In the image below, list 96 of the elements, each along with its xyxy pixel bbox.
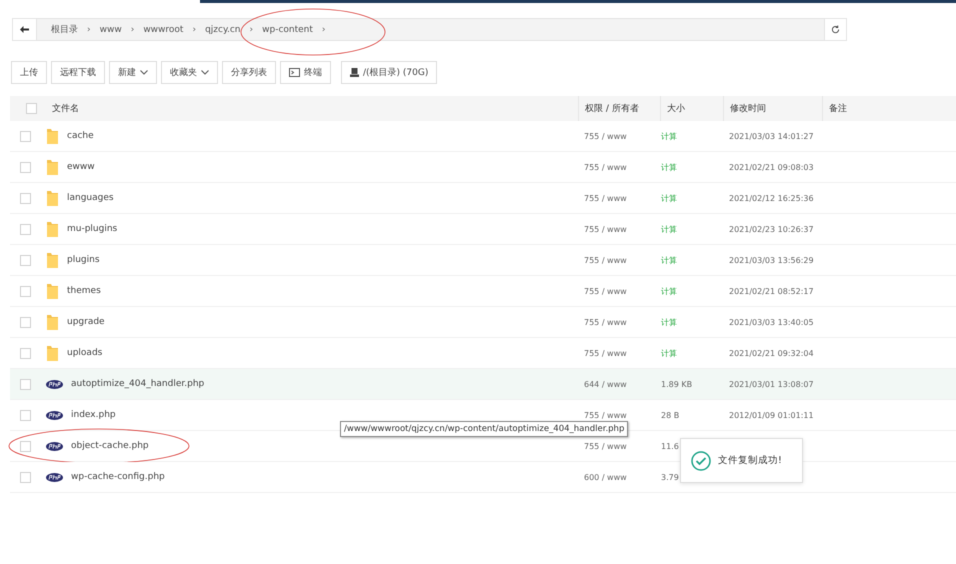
table-cell-text: 755 / www (583, 162, 628, 172)
chevron-right-icon: › (192, 24, 196, 34)
php-file-icon (46, 380, 63, 388)
table-cell-text: 755 / www (583, 442, 628, 450)
table-cell-text: 755 / www (583, 194, 628, 202)
column-header: 文件名 (52, 102, 79, 115)
row-checkbox[interactable] (20, 472, 31, 482)
row-checkbox[interactable] (20, 410, 31, 420)
back-button[interactable] (13, 19, 37, 40)
toolbar-button[interactable]: 收藏夹 (161, 61, 218, 84)
table-cell-text: 1.89 KB (660, 380, 694, 388)
table-cell-text: 755 / www (583, 348, 628, 358)
column-header: 备注 (829, 102, 847, 115)
chevron-right-icon: › (250, 24, 254, 34)
row-checkbox[interactable] (20, 192, 31, 204)
breadcrumb-link[interactable]: wwwroot (143, 24, 184, 34)
file-name[interactable]: mu-plugins (67, 224, 118, 234)
breadcrumb-link[interactable]: 根目录 (51, 23, 78, 36)
table-cell-text: 28 B (660, 410, 680, 420)
toolbar-button[interactable]: 终端 (280, 61, 331, 84)
table-cell-text: 755 / www (583, 286, 628, 296)
file-name[interactable]: cache (67, 131, 94, 141)
drive-icon (350, 68, 359, 77)
file-name[interactable]: themes (67, 286, 101, 296)
folder-icon (46, 158, 59, 176)
folder-icon (46, 314, 59, 330)
table-cell-text: 2021/02/21 09:08:03 (728, 162, 815, 172)
table-cell-text: 755 / www (583, 410, 628, 420)
breadcrumb-link[interactable]: www (100, 24, 122, 34)
column-header: 权限 / 所有者 (585, 102, 639, 115)
breadcrumb-link[interactable]: wp-content (262, 24, 313, 34)
folder-icon (46, 344, 59, 362)
file-name[interactable]: autoptimize_404_handler.php (71, 379, 204, 389)
toolbar-button[interactable]: 上传 (11, 61, 47, 84)
chevron-down-icon (201, 70, 209, 75)
terminal-icon (289, 68, 300, 77)
file-name[interactable]: languages (67, 193, 114, 203)
php-file-icon (46, 442, 63, 450)
file-name[interactable]: uploads (67, 348, 102, 358)
chevron-right-icon: › (322, 24, 326, 34)
file-name[interactable]: index.php (71, 410, 116, 420)
row-checkbox[interactable] (20, 316, 31, 328)
file-name[interactable]: ewww (67, 162, 95, 172)
refresh-button[interactable] (824, 19, 846, 40)
table-cell-text: 644 / www (583, 380, 628, 388)
file-name[interactable]: upgrade (67, 317, 105, 327)
column-header: 修改时间 (730, 102, 766, 115)
php-file-icon (46, 472, 63, 482)
column-header: 大小 (667, 102, 685, 115)
refresh-icon (831, 25, 840, 34)
table-cell-text: 3.79 (660, 472, 680, 482)
file-row[interactable]: autoptimize_404_handler.php 644 / www 1.89 KB 2021/03/01 13:08:07 (10, 369, 956, 400)
back-arrow-icon (20, 26, 29, 33)
table-cell-text: 2021/03/01 13:08:07 (728, 380, 815, 388)
folder-icon (46, 220, 59, 238)
toolbar-button[interactable]: /(根目录) (70G) (341, 61, 438, 84)
file-name[interactable]: plugins (67, 255, 100, 265)
chevron-right-icon: › (87, 24, 91, 34)
toolbar-button[interactable]: 分享列表 (222, 61, 276, 84)
row-checkbox[interactable] (20, 378, 31, 390)
table-cell-text: 2021/03/03 13:56:29 (728, 256, 815, 264)
folder-icon (46, 282, 59, 300)
table-cell-text: 600 / www (583, 472, 628, 482)
row-checkbox[interactable] (20, 224, 31, 234)
php-file-icon (46, 410, 63, 420)
row-checkbox[interactable] (20, 130, 31, 142)
select-all-checkbox[interactable] (26, 103, 37, 114)
table-cell-text: 2012/01/09 01:01:11 (728, 410, 815, 420)
table-cell-text: 2021/02/21 09:32:04 (728, 348, 815, 358)
breadcrumb-link[interactable]: qjzcy.cn (205, 24, 241, 34)
folder-icon (46, 252, 59, 268)
table-cell-text: 755 / www (583, 256, 628, 264)
row-checkbox[interactable] (20, 254, 31, 266)
table-cell-text: 2021/02/21 08:52:17 (728, 286, 815, 296)
row-checkbox[interactable] (20, 348, 31, 358)
file-name[interactable]: wp-cache-config.php (71, 472, 165, 482)
folder-icon (46, 190, 59, 206)
row-checkbox[interactable] (20, 162, 31, 172)
toolbar-button[interactable]: 远程下载 (51, 61, 105, 84)
table-cell-text: 11.6 (660, 442, 680, 450)
table-cell-text: 2021/03/03 14:01:27 (728, 132, 815, 140)
table-cell-text: 755 / www (583, 318, 628, 326)
chevron-down-icon (140, 70, 148, 75)
check-circle-icon (691, 450, 711, 470)
toolbar-button[interactable]: 新建 (109, 61, 157, 84)
table-cell-text: 2021/02/23 10:26:37 (728, 224, 815, 234)
file-name[interactable]: object-cache.php (71, 441, 149, 451)
table-cell-text: 755 / www (583, 224, 628, 234)
table-cell-text: 2021/03/03 13:40:05 (728, 318, 815, 326)
table-cell-text: 2021/02/12 16:25:36 (728, 194, 815, 202)
row-checkbox[interactable] (20, 440, 31, 452)
row-checkbox[interactable] (20, 286, 31, 296)
folder-icon (46, 128, 59, 144)
table-cell-text: 755 / www (583, 132, 628, 140)
chevron-right-icon: › (130, 24, 134, 34)
path-tooltip: /www/wwwroot/qjzcy.cn/wp-content/autoptimize_404_handler.php (340, 421, 628, 437)
